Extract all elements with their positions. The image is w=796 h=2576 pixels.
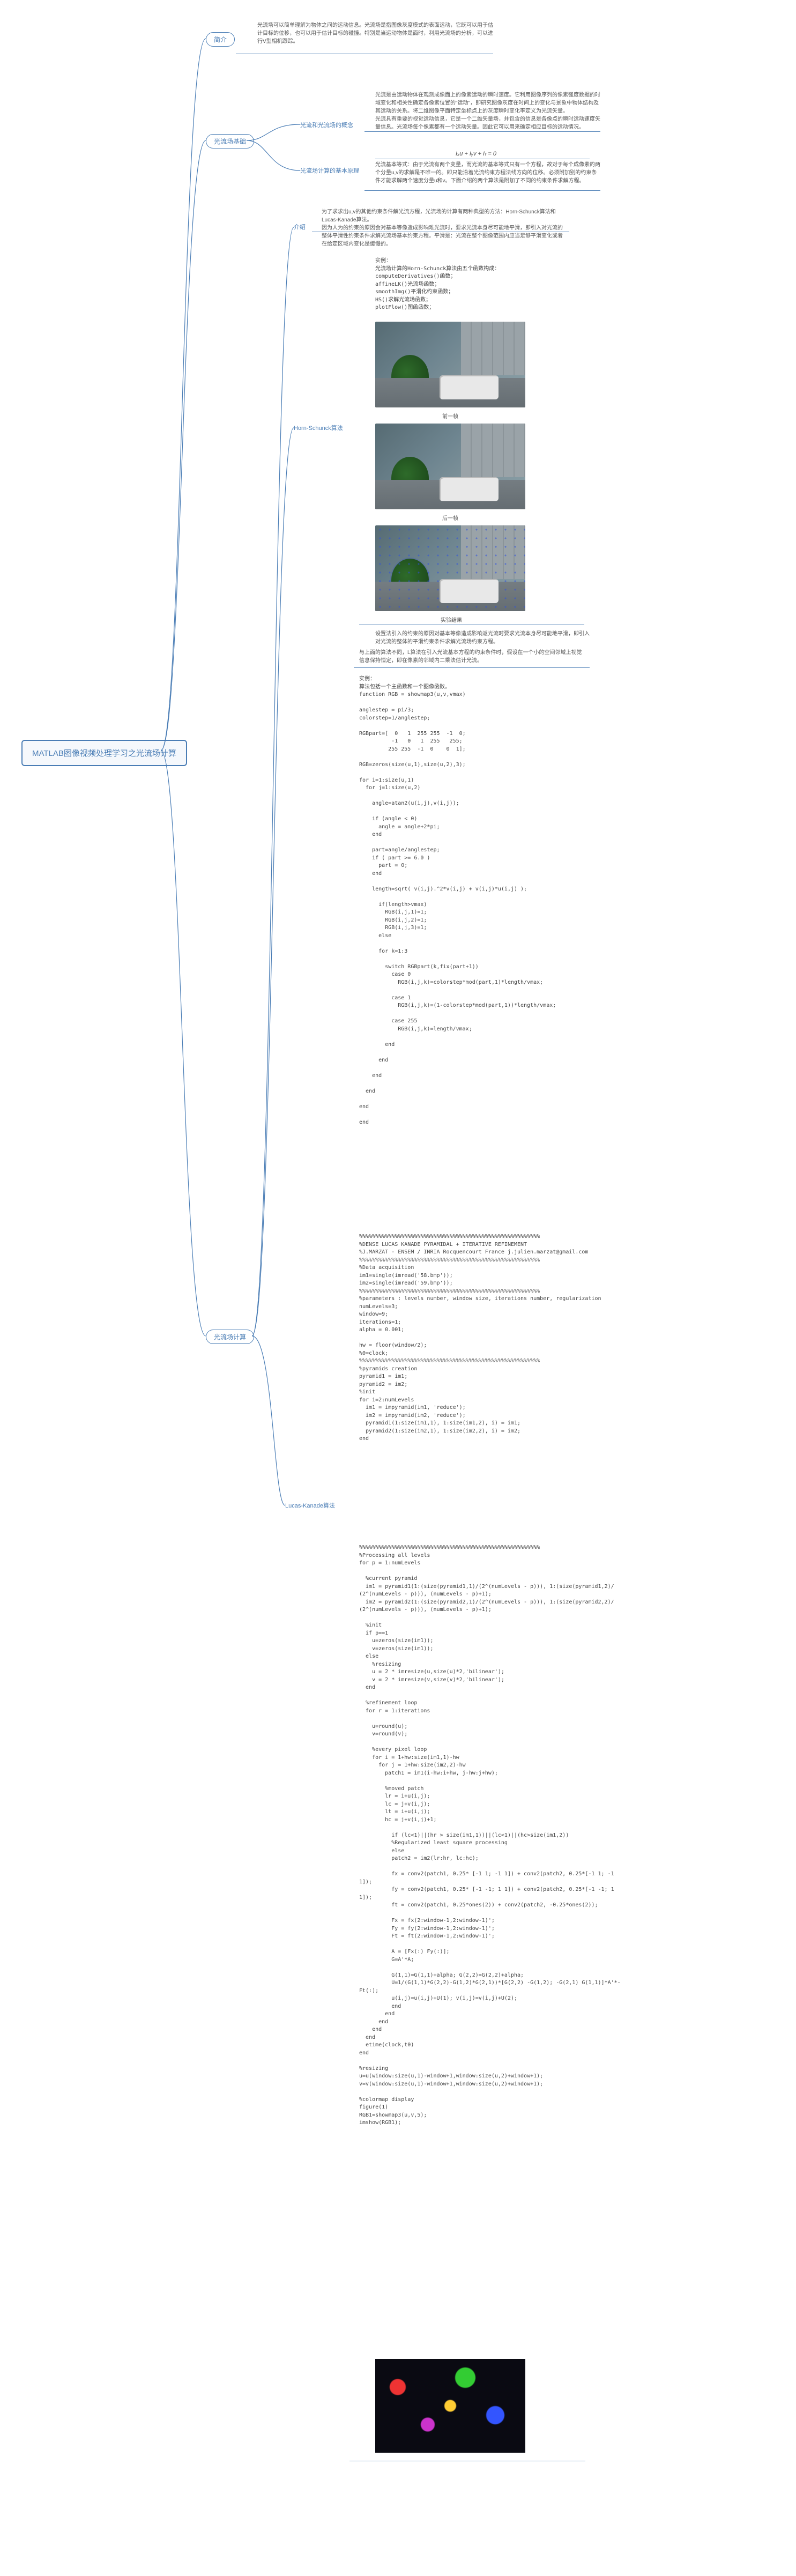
lk-code-a: 实例： 算法包括一个主函数和一个图像函数。 function RGB = sho… [359,675,556,1126]
lk-intro: 与上面的算法不同，L算法在引入光流基本方程的约束条件时，假设在一个小的空间邻域上… [359,649,584,665]
hs-img-after [375,424,525,509]
node-calc-intro[interactable]: 介绍 [294,222,306,231]
formula: Iₓu + Iᵧv + Iₜ = 0 [456,150,496,157]
hr [364,190,600,191]
hs-img-result [375,525,525,611]
node-calc[interactable]: 光流场计算 [206,1330,254,1344]
hr [354,667,590,668]
calc-intro-text: 为了求求出u,v的其他约束条件解光流方程，光流场的计算有两种典型的方法：Horn… [322,208,563,248]
node-basics[interactable]: 光流场基础 [206,134,254,149]
hs-cap1: 前一帧 [442,412,458,420]
node-lk[interactable]: Lucas-Kanade算法 [285,1501,335,1510]
hs-code: 实例： 光流场计算的Horn-Schunck算法由五个函数构成： compute… [375,257,500,312]
hr [364,131,600,132]
root-node[interactable]: MATLAB图像视频处理学习之光流场计算 [21,740,187,766]
node-concept[interactable]: 光流和光流场的概念 [300,121,353,129]
lk-code-b: %%%%%%%%%%%%%%%%%%%%%%%%%%%%%%%%%%%%%%%%… [359,1233,584,1443]
concept-text: 光流是由运动物体在观测成像面上的像素运动的瞬时速度。它利用图像序列的像素强度数据… [375,91,600,131]
intro-text: 光流场可以简单理解为物体之间的运动信息。光流场是指图像灰度模式的表面运动，它既可… [257,21,493,46]
node-principle[interactable]: 光流场计算的基本原理 [300,166,359,175]
hs-cap2: 后一帧 [442,514,458,522]
hs-cap3: 实验结果 [441,615,462,623]
node-hs[interactable]: Horn-Schunck算法 [294,424,343,432]
node-intro[interactable]: 简介 [206,32,235,47]
hs-img-before [375,322,525,407]
principle-text: 光流基本等式：由于光流有两个变量，而光流的基本等式只有一个方程，故对于每个成像素… [375,161,600,185]
lk-img-result [375,2359,525,2453]
hs-note: 设置法引入的约束的原因对基本等像造成影响返光流时要求光流本身尽可能地平滑，即引入… [375,630,590,646]
lk-code-c: %%%%%%%%%%%%%%%%%%%%%%%%%%%%%%%%%%%%%%%%… [359,1544,584,2127]
